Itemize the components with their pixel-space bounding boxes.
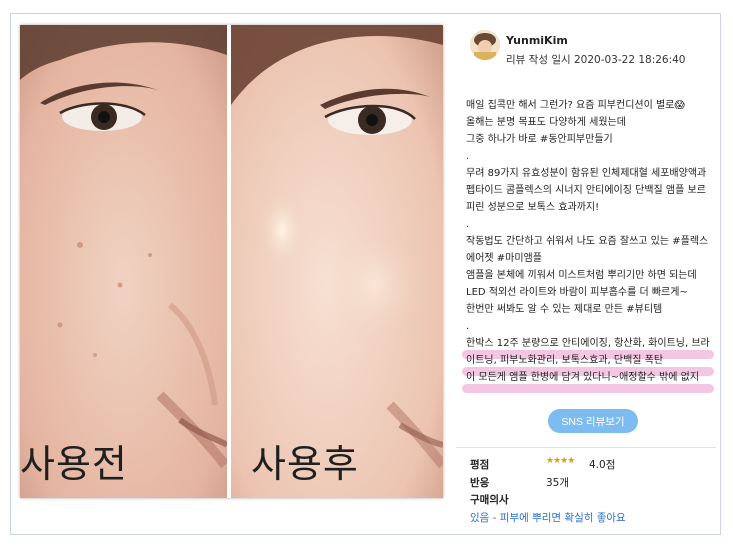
review-date: 리뷰 작성 일시 2020-03-22 18:26:40 [506,54,686,66]
replies-label: 반응 [470,477,490,489]
divider [456,447,716,448]
purchase-value: 있음 - 피부에 뿌리면 확실히 좋아요 [470,512,626,524]
username: YunmiKim [506,34,568,47]
sns-review-button[interactable]: SNS 리뷰보기 [548,409,638,433]
face-photo-graphic [20,25,443,498]
after-label: 사용후 [251,442,359,486]
replies-value: 35개 [546,477,570,489]
review-panel: YunmiKim 리뷰 작성 일시 2020-03-22 18:26:40 매일… [456,22,716,527]
purchase-label: 구매의사 [470,494,509,506]
rating-stars: ★★★★ [546,456,575,466]
before-label: 사용전 [20,442,128,486]
before-after-photo: 사용전 사용후 [20,25,443,498]
rating-value: 4.0점 [589,459,616,471]
review-body: 매일 집콕만 해서 그런가? 요즘 피부컨디션이 별로😱 올해는 분명 목표도 … [466,100,710,383]
avatar [470,30,500,60]
avatar-image [470,30,500,60]
rating-label: 평점 [470,459,490,471]
